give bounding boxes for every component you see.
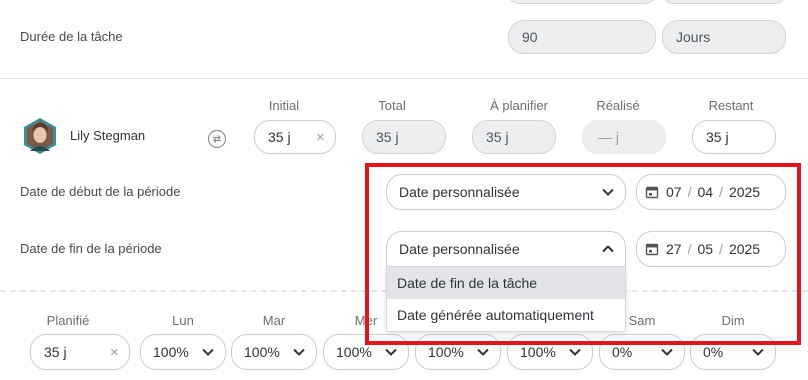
option-auto-generated-date[interactable]: Date générée automatiquement — [387, 299, 625, 331]
top-value-field — [508, 0, 656, 4]
remaining-value: 35 j — [706, 129, 729, 145]
period-start-month: 04 — [697, 184, 714, 200]
top-unit-field — [662, 0, 786, 4]
period-start-day: 07 — [666, 184, 682, 200]
header-planned: Planifié — [46, 313, 90, 328]
total-field: 35 j — [362, 120, 446, 154]
task-duration-value: 90 — [522, 29, 538, 45]
sat-value: 0% — [612, 344, 633, 360]
chevron-down-icon — [477, 348, 489, 356]
task-duration-unit-value: Jours — [676, 29, 711, 45]
tue-select[interactable]: 100% — [231, 334, 317, 370]
period-end-label: Date de fin de la période — [20, 241, 162, 256]
thu-value: 100% — [428, 344, 464, 360]
section-divider — [0, 78, 808, 79]
period-start-mode: Date personnalisée — [399, 184, 520, 200]
period-end-year: 2025 — [728, 241, 761, 257]
wed-value: 100% — [336, 344, 372, 360]
clear-initial-icon[interactable]: × — [316, 130, 325, 145]
assignee-name: Lily Stegman — [70, 128, 146, 143]
total-value: 35 j — [376, 129, 399, 145]
header-done: Réalisé — [596, 98, 640, 113]
calendar-icon — [645, 186, 659, 199]
chevron-down-icon — [385, 348, 397, 356]
clear-planned-icon[interactable]: × — [110, 345, 119, 360]
initial-value: 35 j — [268, 129, 291, 145]
calendar-icon — [645, 243, 659, 256]
header-mon: Lun — [172, 313, 194, 328]
fri-value: 100% — [520, 344, 556, 360]
header-initial: Initial — [268, 98, 300, 113]
fri-select[interactable]: 100% — [507, 334, 593, 370]
chevron-down-icon — [661, 348, 673, 356]
chevron-down-icon — [752, 348, 764, 356]
wed-select[interactable]: 100% — [323, 334, 409, 370]
header-tue: Mar — [262, 313, 286, 328]
sun-select[interactable]: 0% — [690, 334, 776, 370]
period-end-dropdown-menu: Date de fin de la tâche Date générée aut… — [386, 266, 626, 332]
period-start-year: 2025 — [728, 184, 761, 200]
sun-value: 0% — [703, 344, 724, 360]
header-sun: Dim — [721, 313, 745, 328]
chevron-down-icon — [569, 348, 581, 356]
remaining-input[interactable]: 35 j — [692, 120, 776, 154]
period-end-month: 05 — [697, 241, 714, 257]
period-start-date[interactable]: 07 / 04 / 2025 — [636, 174, 786, 210]
header-to-plan: À planifier — [490, 98, 548, 113]
to-plan-field: 35 j — [472, 120, 556, 154]
to-plan-value: 35 j — [486, 129, 509, 145]
planned-value: 35 j — [44, 344, 67, 360]
swap-icon[interactable] — [207, 129, 227, 149]
mon-select[interactable]: 100% — [140, 334, 226, 370]
task-duration-input: 90 — [508, 20, 656, 54]
period-end-date[interactable]: 27 / 05 / 2025 — [636, 231, 786, 267]
task-duration-label: Durée de la tâche — [20, 29, 123, 44]
tue-value: 100% — [244, 344, 280, 360]
avatar — [22, 117, 58, 155]
done-field: — j — [582, 120, 666, 154]
thu-select[interactable]: 100% — [415, 334, 501, 370]
chevron-down-icon — [202, 348, 214, 356]
mon-value: 100% — [153, 344, 189, 360]
period-end-mode: Date personnalisée — [399, 241, 520, 257]
period-start-label: Date de début de la période — [20, 184, 181, 199]
period-start-select[interactable]: Date personnalisée — [386, 174, 626, 210]
sat-select[interactable]: 0% — [599, 334, 685, 370]
option-task-end-date[interactable]: Date de fin de la tâche — [387, 267, 625, 299]
chevron-up-icon — [602, 245, 614, 253]
chevron-down-icon — [293, 348, 305, 356]
header-total: Total — [378, 98, 406, 113]
header-remaining: Restant — [708, 98, 754, 113]
done-value: — j — [598, 129, 619, 145]
period-end-select[interactable]: Date personnalisée — [386, 231, 626, 267]
chevron-down-icon — [602, 188, 614, 196]
task-duration-unit: Jours — [662, 20, 786, 54]
period-end-day: 27 — [666, 241, 682, 257]
